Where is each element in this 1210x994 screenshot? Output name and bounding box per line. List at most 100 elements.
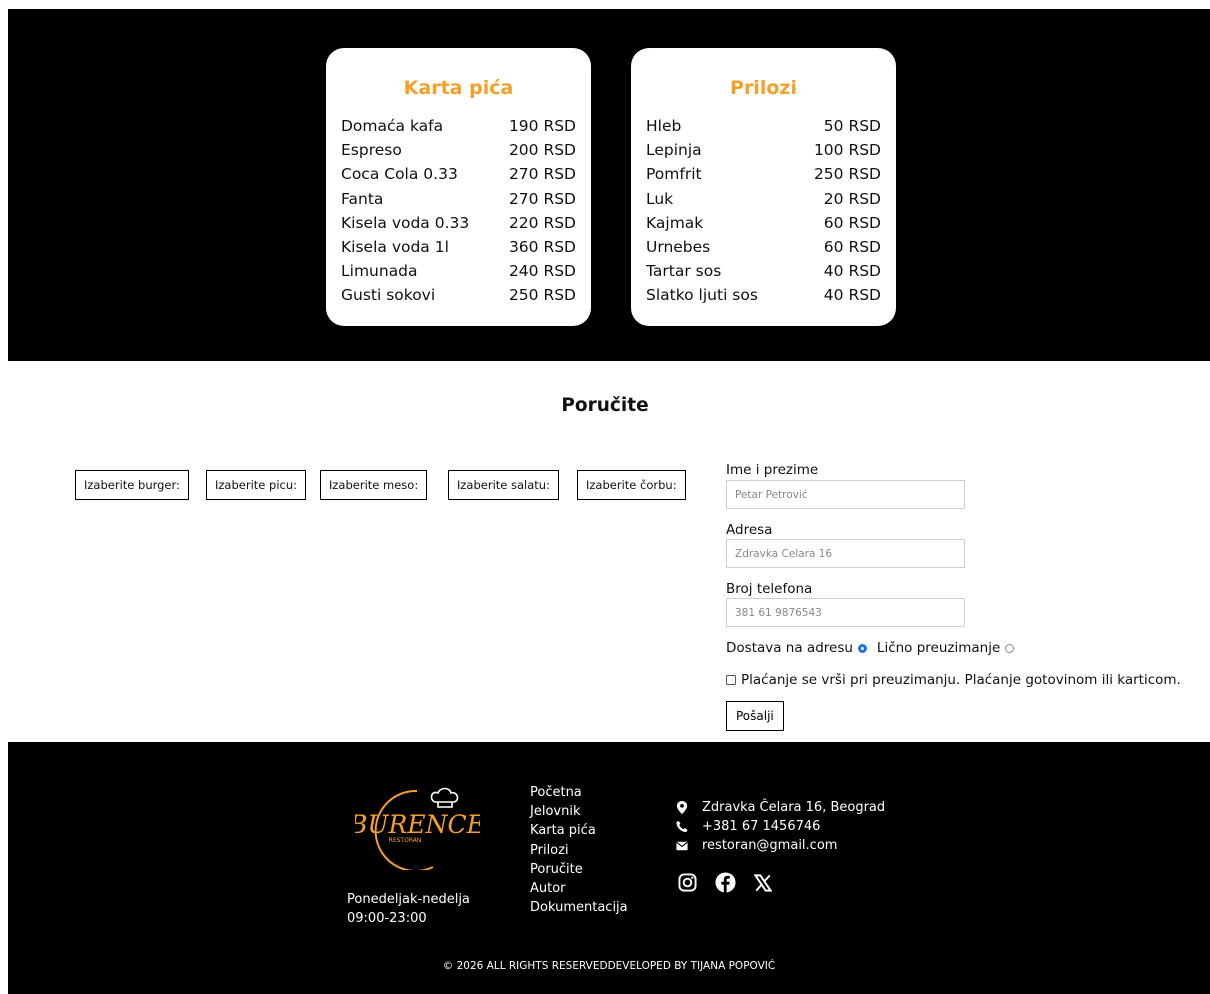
- menu-item-price: 200 RSD: [508, 141, 576, 160]
- instagram-icon[interactable]: [678, 873, 697, 892]
- menu-item: Lepinja 100 RSD: [646, 138, 881, 162]
- copyright: © 2026 ALL RIGHTS RESERVEDDEVELOPED BY T…: [442, 960, 776, 972]
- menu-item-name: Lepinja: [646, 141, 702, 160]
- contact-email: restoran@gmail.com: [676, 836, 885, 855]
- sides-title: Prilozi: [730, 77, 797, 99]
- menu-item-price: 60 RSD: [823, 238, 881, 257]
- footer-link-sides[interactable]: Prilozi: [530, 841, 628, 860]
- delivery-radio[interactable]: [857, 643, 867, 653]
- menu-item-name: Kajmak: [646, 213, 704, 232]
- menu-item: Kajmak 60 RSD: [646, 211, 881, 235]
- select-soup-button[interactable]: Izaberite čorbu:: [577, 470, 686, 500]
- phone-input[interactable]: [726, 598, 965, 627]
- menu-item: Kisela voda 1l 360 RSD: [341, 235, 576, 259]
- email-text[interactable]: restoran@gmail.com: [702, 838, 837, 853]
- submit-button[interactable]: Pošalji: [726, 701, 784, 731]
- footer-link-menu[interactable]: Jelovnik: [530, 802, 628, 821]
- address-label: Adresa: [726, 522, 773, 538]
- footer-link-docs[interactable]: Dokumentacija: [530, 898, 628, 917]
- menu-item: Espreso 200 RSD: [341, 138, 576, 162]
- select-pizza-button[interactable]: Izaberite picu:: [206, 470, 306, 500]
- menu-item-name: Espreso: [341, 141, 402, 160]
- phone-label: Broj telefona: [726, 581, 813, 597]
- social-links: [678, 872, 790, 893]
- phone-text[interactable]: +381 67 1456746: [702, 819, 820, 834]
- menu-item-price: 100 RSD: [813, 141, 881, 160]
- drinks-list: Domaća kafa 190 RSD Espreso 200 RSD Coca Col…: [341, 114, 576, 308]
- sides-list: Hleb 50 RSD Lepinja 100 RSD Pomfrit 250 RSD Lu…: [646, 114, 881, 308]
- menu-item: Fanta 270 RSD: [341, 187, 576, 211]
- pickup-label: Lično preuzimanje: [876, 640, 1001, 656]
- menu-item-name: Pomfrit: [646, 165, 702, 184]
- address-text: Zdravka Čelara 16, Beograd: [702, 800, 886, 815]
- select-meat-button[interactable]: Izaberite meso:: [320, 470, 428, 500]
- contact-info: Zdravka Čelara 16, Beograd +381 67 14567…: [676, 798, 885, 855]
- menu-item: Domaća kafa 190 RSD: [341, 114, 576, 138]
- hours-time: 09:00-23:00: [347, 911, 427, 926]
- menu-item-name: Hleb: [646, 117, 682, 135]
- facebook-icon[interactable]: [715, 872, 736, 893]
- envelope-icon: [676, 841, 688, 850]
- menu-item-price: 60 RSD: [823, 213, 881, 232]
- menu-item-name: Coca Cola 0.33: [341, 165, 458, 184]
- contact-phone: +381 67 1456746: [676, 817, 885, 836]
- payment-check-row: Plaćanje se vrši pri preuzimanju. Plaćan…: [726, 672, 1181, 688]
- menu-item-price: 20 RSD: [823, 189, 881, 208]
- menu-item-price: 50 RSD: [823, 117, 881, 135]
- menu-item-name: Tartar sos: [646, 262, 722, 281]
- drinks-card: Karta pića Domaća kafa 190 RSD Espreso 200 …: [326, 48, 591, 326]
- logo-subtext: RESTORAN: [389, 837, 422, 844]
- delivery-label: Dostava na adresu: [726, 640, 853, 656]
- menu-item-name: Kisela voda 0.33: [341, 213, 470, 232]
- x-icon[interactable]: [754, 873, 772, 892]
- hours-days: Ponedeljak-nedelja: [347, 892, 470, 907]
- footer-link-drinks[interactable]: Karta pića: [530, 821, 628, 840]
- menu-item-price: 270 RSD: [508, 189, 576, 208]
- menu-item-name: Urnebes: [646, 238, 711, 257]
- menu-item-price: 240 RSD: [508, 262, 576, 281]
- footer-link-author[interactable]: Autor: [530, 879, 628, 898]
- menu-item-price: 270 RSD: [508, 165, 576, 184]
- menu-item-name: Fanta: [341, 189, 384, 208]
- order-title: Poručite: [561, 395, 649, 416]
- menu-item: Hleb 50 RSD: [646, 114, 881, 138]
- menu-item: Gusti sokovi 250 RSD: [341, 283, 576, 307]
- opening-hours: Ponedeljak-nedelja 09:00-23:00: [347, 890, 470, 928]
- footer-nav: Početna Jelovnik Karta pića Prilozi Poru…: [530, 783, 628, 917]
- sides-card: Prilozi Hleb 50 RSD Lepinja 100 RSD Pomfrit 2…: [631, 48, 896, 326]
- burence-logo: BURENCE RESTORAN: [355, 787, 480, 870]
- select-burger-button[interactable]: Izaberite burger:: [75, 470, 189, 500]
- menu-item: Limunada 240 RSD: [341, 259, 576, 283]
- logo-text: BURENCE: [355, 810, 480, 839]
- name-input[interactable]: [726, 480, 965, 509]
- payment-checkbox[interactable]: [726, 675, 736, 685]
- menu-item: Luk 20 RSD: [646, 187, 881, 211]
- menu-item-price: 40 RSD: [823, 262, 881, 281]
- menu-item-name: Kisela voda 1l: [341, 238, 449, 257]
- pickup-radio[interactable]: [1005, 643, 1015, 653]
- menu-item: Pomfrit 250 RSD: [646, 162, 881, 186]
- select-salad-button[interactable]: Izaberite salatu:: [448, 470, 559, 500]
- menu-item-price: 250 RSD: [508, 286, 576, 305]
- footer-link-home[interactable]: Početna: [530, 783, 628, 802]
- phone-icon: [676, 820, 688, 833]
- menu-item-price: 360 RSD: [508, 238, 576, 257]
- menu-item: Slatko ljuti sos 40 RSD: [646, 283, 881, 307]
- menu-section: Karta pića Domaća kafa 190 RSD Espreso 200 …: [8, 9, 1210, 361]
- menu-item-price: 40 RSD: [823, 286, 881, 305]
- menu-item-price: 190 RSD: [508, 117, 576, 135]
- menu-item: Coca Cola 0.33 270 RSD: [341, 162, 576, 186]
- menu-item-price: 250 RSD: [813, 165, 881, 184]
- address-input[interactable]: [726, 539, 965, 568]
- menu-item-name: Limunada: [341, 262, 418, 281]
- name-label: Ime i prezime: [726, 462, 819, 478]
- menu-item-name: Luk: [646, 189, 674, 208]
- footer: BURENCE RESTORAN Ponedeljak-nedelja 09:0…: [8, 742, 1210, 994]
- menu-item-name: Slatko ljuti sos: [646, 286, 758, 305]
- delivery-options: Dostava na adresu Lično preuzimanje: [726, 640, 1024, 656]
- location-pin-icon: [676, 801, 688, 814]
- menu-item-name: Gusti sokovi: [341, 286, 436, 305]
- menu-item: Urnebes 60 RSD: [646, 235, 881, 259]
- footer-link-order[interactable]: Poručite: [530, 860, 628, 879]
- menu-item: Tartar sos 40 RSD: [646, 259, 881, 283]
